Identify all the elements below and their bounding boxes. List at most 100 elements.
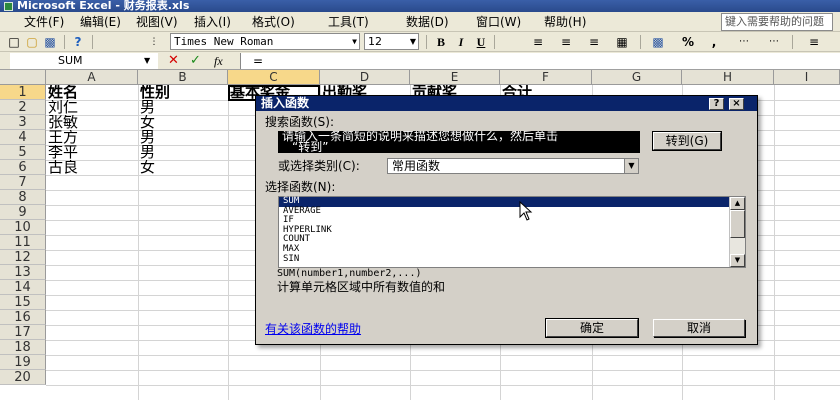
column-header-a[interactable]: A: [46, 70, 138, 85]
cell-name[interactable]: 张敏: [46, 115, 138, 130]
row-header[interactable]: 11: [0, 235, 46, 250]
chevron-down-icon[interactable]: ▼: [624, 159, 638, 173]
column-header-i[interactable]: I: [774, 70, 840, 85]
row-header[interactable]: 8: [0, 190, 46, 205]
formula-input[interactable]: =: [240, 53, 840, 69]
column-header-b[interactable]: B: [138, 70, 228, 85]
save-icon[interactable]: ▩: [42, 34, 58, 50]
percent-button[interactable]: %: [680, 34, 696, 50]
font-size-select[interactable]: 12 ▼: [364, 33, 419, 50]
menu-insert[interactable]: 插入(I): [192, 14, 233, 30]
row-header[interactable]: 16: [0, 310, 46, 325]
cancel-formula-icon[interactable]: ✕: [168, 53, 179, 69]
cancel-button[interactable]: 取消: [653, 319, 745, 337]
dialog-help-button[interactable]: ?: [709, 98, 724, 110]
help-icon[interactable]: ?: [70, 34, 86, 50]
row-header[interactable]: 18: [0, 340, 46, 355]
list-item[interactable]: SIN: [279, 254, 745, 265]
row-header[interactable]: 20: [0, 370, 46, 385]
cell-name[interactable]: 古良: [46, 160, 138, 175]
row-header[interactable]: 12: [0, 250, 46, 265]
cell-gender[interactable]: 男: [138, 100, 228, 115]
function-list[interactable]: SUM AVERAGE IF HYPERLINK COUNT MAX SIN ▲…: [278, 196, 746, 268]
row-header[interactable]: 14: [0, 280, 46, 295]
dialog-close-button[interactable]: ×: [729, 98, 744, 110]
merge-center-icon[interactable]: ▦: [614, 34, 630, 50]
chevron-down-icon[interactable]: ▼: [410, 34, 416, 49]
underline-button[interactable]: U: [473, 34, 489, 50]
column-header-d[interactable]: D: [320, 70, 410, 85]
function-list-scrollbar[interactable]: ▲ ▼: [729, 197, 745, 267]
help-question-input[interactable]: 键入需要帮助的问题: [721, 13, 833, 31]
cell-gender[interactable]: 男: [138, 130, 228, 145]
comma-button[interactable]: ,: [706, 34, 722, 50]
italic-button[interactable]: I: [453, 34, 469, 50]
menu-window[interactable]: 窗口(W): [474, 14, 523, 30]
chevron-down-icon[interactable]: ▼: [144, 53, 150, 69]
scrollbar-thumb[interactable]: [730, 210, 745, 238]
cell-name[interactable]: 李平: [46, 145, 138, 160]
menu-format[interactable]: 格式(O): [250, 14, 297, 30]
cell-name[interactable]: 刘仁: [46, 100, 138, 115]
row-header[interactable]: 13: [0, 265, 46, 280]
row-header[interactable]: 10: [0, 220, 46, 235]
row-header[interactable]: 3: [0, 115, 46, 130]
increase-decimal-icon[interactable]: ⋯: [736, 34, 752, 50]
list-item[interactable]: MAX: [279, 244, 745, 255]
list-item[interactable]: SUM: [279, 196, 745, 207]
cell-header-gender[interactable]: 性别: [138, 85, 228, 100]
menu-edit[interactable]: 编辑(E): [78, 14, 123, 30]
bold-button[interactable]: B: [433, 34, 449, 50]
menu-data[interactable]: 数据(D): [404, 14, 451, 30]
cell-gender[interactable]: 女: [138, 160, 228, 175]
font-name-select[interactable]: Times New Roman ▼: [170, 33, 360, 50]
ok-button[interactable]: 确定: [545, 318, 639, 338]
column-header-e[interactable]: E: [410, 70, 500, 85]
align-left-icon[interactable]: ≡: [530, 34, 546, 50]
new-document-icon[interactable]: □: [6, 34, 22, 50]
row-header[interactable]: 7: [0, 175, 46, 190]
list-item[interactable]: HYPERLINK: [279, 225, 745, 236]
goto-button[interactable]: 转到(G): [652, 131, 722, 151]
scroll-up-icon[interactable]: ▲: [730, 197, 745, 210]
open-folder-icon[interactable]: ▢: [24, 34, 40, 50]
search-function-input[interactable]: 请输入一条简短的说明来描述您想做什么，然后单击 “转到”: [278, 131, 640, 153]
cell-gender[interactable]: 女: [138, 115, 228, 130]
row-header[interactable]: 1: [0, 85, 46, 100]
row-header[interactable]: 6: [0, 160, 46, 175]
row-header[interactable]: 17: [0, 325, 46, 340]
align-center-icon[interactable]: ≡: [558, 34, 574, 50]
menu-help[interactable]: 帮助(H): [542, 14, 588, 30]
row-header[interactable]: 2: [0, 100, 46, 115]
list-item[interactable]: IF: [279, 216, 745, 226]
row-header[interactable]: 9: [0, 205, 46, 220]
list-item[interactable]: COUNT: [279, 235, 745, 245]
column-header-h[interactable]: H: [682, 70, 774, 85]
decrease-indent-icon[interactable]: ≡: [806, 34, 822, 50]
cell-header-name[interactable]: 姓名: [46, 85, 138, 100]
menu-view[interactable]: 视图(V): [134, 14, 180, 30]
category-select[interactable]: 常用函数 ▼: [387, 158, 639, 174]
row-header[interactable]: 19: [0, 355, 46, 370]
chevron-down-icon[interactable]: ▼: [352, 34, 357, 49]
column-header-c[interactable]: C: [228, 70, 320, 85]
insert-function-button[interactable]: fx: [214, 53, 223, 69]
align-right-icon[interactable]: ≡: [586, 34, 602, 50]
decrease-decimal-icon[interactable]: ⋯: [766, 34, 782, 50]
cell-gender[interactable]: 男: [138, 145, 228, 160]
cell-name[interactable]: 王方: [46, 130, 138, 145]
function-help-link[interactable]: 有关该函数的帮助: [265, 320, 361, 337]
select-all-corner[interactable]: [0, 70, 46, 85]
row-header[interactable]: 5: [0, 145, 46, 160]
name-box[interactable]: SUM ▼: [10, 53, 158, 69]
column-header-g[interactable]: G: [592, 70, 682, 85]
menu-tools[interactable]: 工具(T): [326, 14, 371, 30]
row-header[interactable]: 15: [0, 295, 46, 310]
list-item[interactable]: AVERAGE: [279, 206, 745, 217]
currency-icon[interactable]: ▩: [650, 34, 666, 50]
row-header[interactable]: 4: [0, 130, 46, 145]
scroll-down-icon[interactable]: ▼: [730, 254, 745, 267]
enter-formula-icon[interactable]: ✓: [190, 53, 201, 69]
menu-file[interactable]: 文件(F): [22, 14, 66, 30]
column-header-f[interactable]: F: [500, 70, 592, 85]
